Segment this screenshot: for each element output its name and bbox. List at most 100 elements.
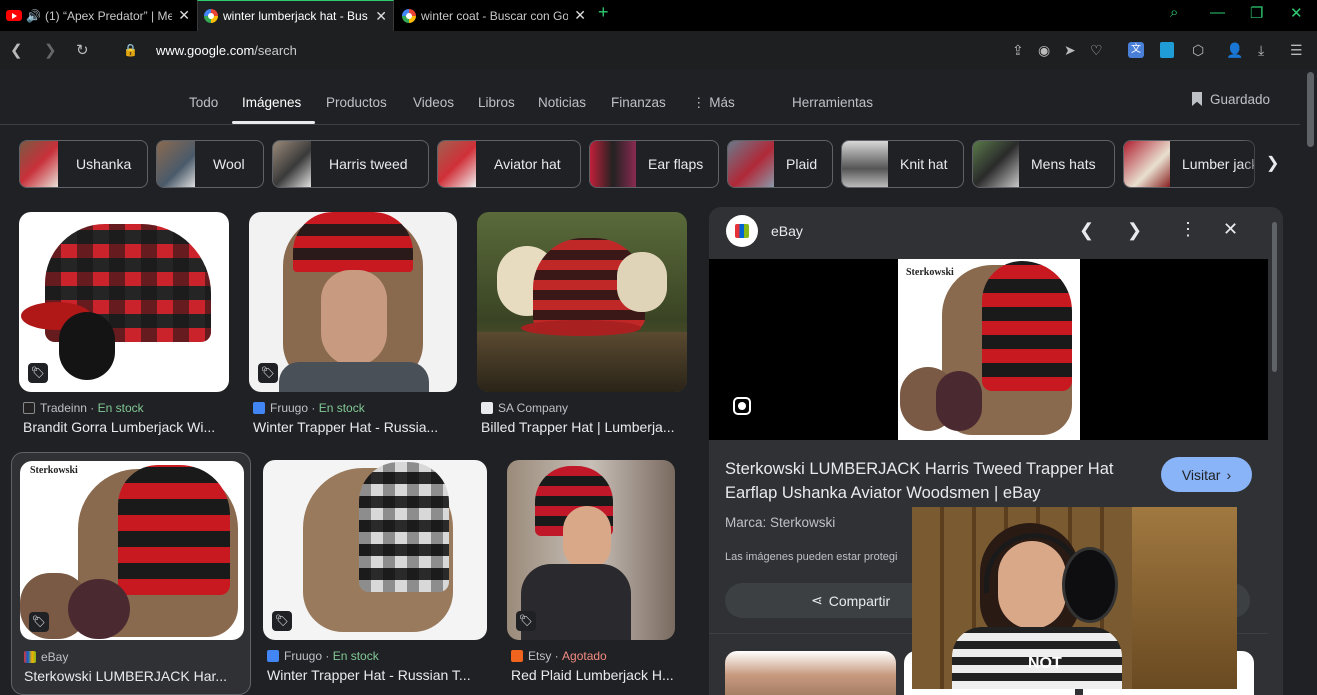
fur-flap	[617, 252, 667, 312]
chip-lumber-jack[interactable]: Lumber jack	[1123, 140, 1255, 188]
maximize-button[interactable]: ❐	[1250, 4, 1263, 22]
lens-icon[interactable]	[733, 397, 751, 415]
panel-title[interactable]: Sterkowski LUMBERJACK Harris Tweed Trapp…	[725, 457, 1145, 505]
panel-site-name[interactable]: eBay	[771, 223, 803, 239]
result-image[interactable]	[263, 460, 487, 640]
translate-icon[interactable]: 文	[1128, 42, 1144, 58]
search-icon[interactable]: ⌕	[1170, 4, 1178, 21]
result-image[interactable]	[249, 212, 457, 392]
share-page-icon[interactable]: ⇪	[1012, 42, 1024, 59]
chip-knit-hat[interactable]: Knit hat	[841, 140, 964, 188]
cube-icon[interactable]: ⬡	[1192, 42, 1204, 59]
small-hat	[936, 371, 982, 431]
saved-button[interactable]: Guardado	[1192, 92, 1270, 107]
tab-videos[interactable]: Videos	[413, 95, 454, 110]
separator-dot: ·	[86, 401, 98, 415]
tab-youtube[interactable]: 🔊 (1) “Apex Predator” | Me ✕	[0, 0, 196, 31]
result-image[interactable]	[19, 212, 229, 392]
picture-in-picture-video[interactable]: NOT	[912, 507, 1237, 689]
face-shape	[321, 270, 387, 366]
chip-mens-hats[interactable]: Mens hats	[972, 140, 1115, 188]
page-scrollbar[interactable]	[1307, 72, 1314, 147]
forward-icon[interactable]: ❯	[44, 41, 57, 59]
chip-harris-tweed[interactable]: Harris tweed	[272, 140, 429, 188]
result-card[interactable]: 🏷 Etsy · Agotado Red Plaid Lumberjack H.…	[507, 460, 675, 695]
tab-todo[interactable]: Todo	[189, 95, 218, 110]
saved-label: Guardado	[1210, 92, 1271, 107]
chip-wool[interactable]: Wool	[156, 140, 264, 188]
chip-aviator-hat[interactable]: Aviator hat	[437, 140, 581, 188]
tag-icon: 🏷	[272, 611, 292, 631]
result-title[interactable]: Sterkowski LUMBERJACK Har...	[24, 668, 246, 684]
result-image[interactable]	[477, 212, 687, 392]
new-tab-button[interactable]: +	[598, 2, 609, 23]
close-icon[interactable]: ✕	[375, 8, 387, 25]
chevron-right-icon[interactable]: ❯	[1127, 220, 1142, 241]
minimize-button[interactable]: —	[1210, 4, 1225, 21]
result-source: Tradeinn · En stock	[23, 401, 144, 415]
tab-more[interactable]: ⋮ Más	[692, 95, 735, 111]
tradeinn-icon	[23, 402, 35, 414]
ear-flap	[59, 312, 115, 380]
speaker-icon[interactable]: 🔊	[26, 9, 41, 23]
extension-icon[interactable]	[1160, 42, 1174, 58]
chip-label: Plaid	[786, 156, 818, 172]
profile-icon[interactable]: 👤	[1226, 42, 1243, 59]
result-title[interactable]: Brandit Gorra Lumberjack Wi...	[23, 419, 229, 435]
result-title[interactable]: Winter Trapper Hat - Russian T...	[267, 667, 487, 683]
send-icon[interactable]: ➤	[1064, 42, 1076, 59]
result-title[interactable]: Red Plaid Lumberjack H...	[511, 667, 679, 683]
heart-icon[interactable]: ♡	[1090, 42, 1103, 59]
result-image[interactable]: Sterkowski	[20, 461, 244, 640]
result-card[interactable]: 🏷 Fruugo · En stock Winter Trapper Hat -…	[263, 460, 487, 695]
stock-status: En stock	[332, 649, 379, 663]
log-shape	[477, 332, 687, 392]
fruugo-icon	[267, 650, 279, 662]
source-name: eBay	[41, 650, 69, 664]
result-card[interactable]: 🏷 Tradeinn · En stock Brandit Gorra Lumb…	[19, 212, 229, 442]
tag-icon: 🏷	[516, 611, 536, 631]
lock-icon[interactable]: 🔒	[123, 43, 138, 57]
reload-icon[interactable]: ↻	[76, 41, 89, 59]
chip-ushanka[interactable]: Ushanka	[19, 140, 148, 188]
chip-plaid[interactable]: Plaid	[727, 140, 833, 188]
tab-noticias[interactable]: Noticias	[538, 95, 586, 110]
close-window-button[interactable]: ✕	[1290, 4, 1303, 22]
result-card-selected[interactable]: Sterkowski 🏷 eBay Sterkowski LUMBERJACK …	[11, 452, 251, 695]
small-hat	[68, 579, 130, 639]
source-name: Tradeinn	[40, 401, 87, 415]
camera-icon[interactable]: ◉	[1038, 42, 1050, 59]
brand-logo: Sterkowski	[906, 267, 954, 278]
menu-icon[interactable]: ☰	[1290, 42, 1303, 59]
url-field[interactable]: www.google.com/search	[156, 43, 297, 58]
chevron-right-icon[interactable]: ❯	[1266, 153, 1279, 173]
tab-libros[interactable]: Libros	[478, 95, 515, 110]
result-title[interactable]: Winter Trapper Hat - Russia...	[253, 419, 457, 435]
result-card[interactable]: 🏷 Fruugo · En stock Winter Trapper Hat -…	[249, 212, 457, 442]
panel-scrollbar[interactable]	[1272, 222, 1277, 372]
chevron-left-icon[interactable]: ❮	[1079, 220, 1094, 241]
source-name: Fruugo	[284, 649, 323, 663]
chip-ear-flaps[interactable]: Ear flaps	[589, 140, 719, 188]
share-icon: ⋖	[811, 592, 823, 608]
tab-winter-coat[interactable]: winter coat - Buscar con Go ✕	[396, 0, 592, 31]
visit-button[interactable]: Visitar ›	[1161, 457, 1252, 492]
chip-label: Knit hat	[900, 156, 948, 172]
tab-finanzas[interactable]: Finanzas	[611, 95, 666, 110]
download-icon[interactable]: ⤓	[1258, 42, 1264, 59]
tools-button[interactable]: Herramientas	[792, 95, 873, 110]
more-vert-icon[interactable]: ⋮	[1179, 219, 1197, 240]
result-source: Fruugo · En stock	[267, 649, 379, 663]
related-image[interactable]	[725, 651, 896, 695]
close-icon[interactable]: ✕	[178, 7, 190, 24]
back-icon[interactable]: ❮	[10, 41, 23, 59]
chip-thumbnail	[728, 141, 774, 187]
tab-imagenes[interactable]: Imágenes	[242, 95, 301, 110]
result-title[interactable]: Billed Trapper Hat | Lumberja...	[481, 419, 687, 435]
result-card[interactable]: SA Company Billed Trapper Hat | Lumberja…	[477, 212, 687, 442]
preview-image[interactable]: Sterkowski	[898, 259, 1080, 440]
close-icon[interactable]: ✕	[574, 7, 586, 24]
tab-productos[interactable]: Productos	[326, 95, 387, 110]
close-icon[interactable]: ✕	[1223, 219, 1238, 240]
tab-lumberjack[interactable]: winter lumberjack hat - Bus ✕	[197, 0, 394, 31]
